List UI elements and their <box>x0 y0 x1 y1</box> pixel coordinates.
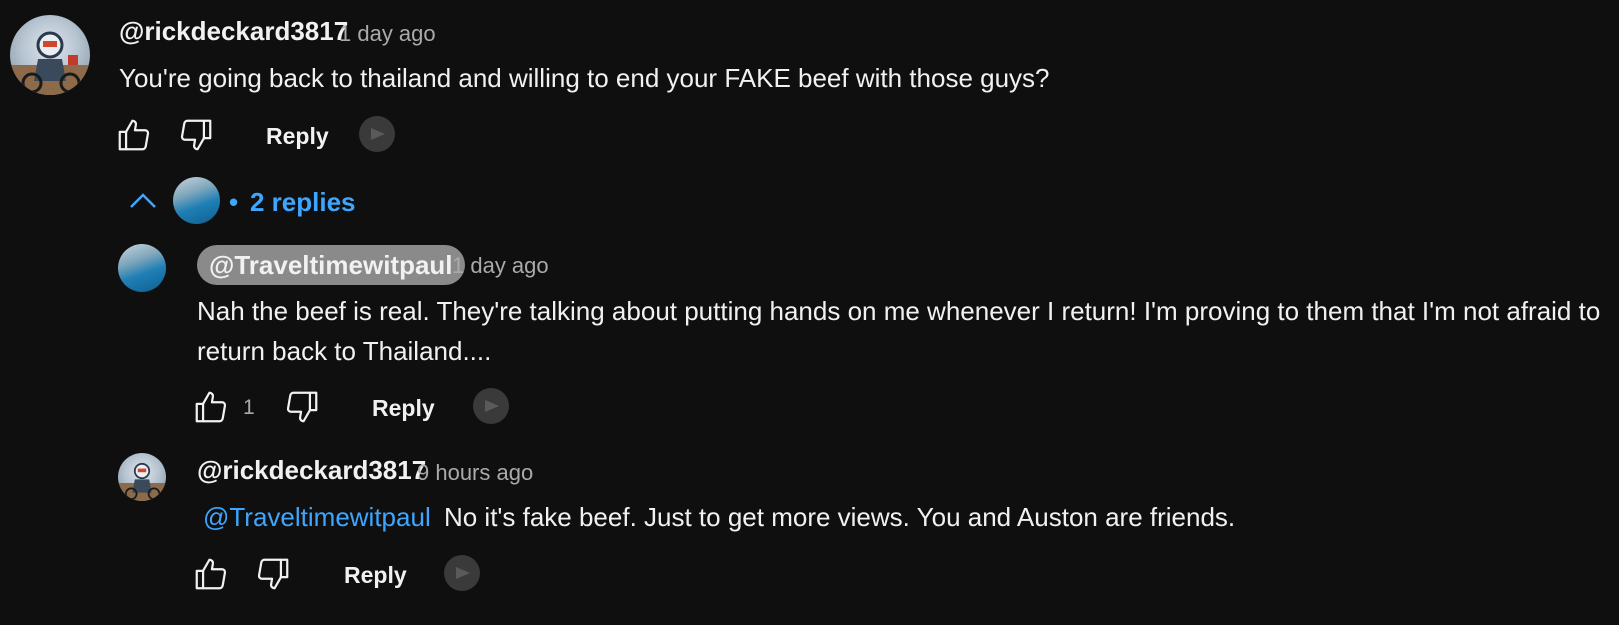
reply-text: No it's fake beef. Just to get more view… <box>443 502 1236 532</box>
comment-thread: @rickdeckard3817 1 day ago You're going … <box>0 0 1619 625</box>
avatar[interactable] <box>10 15 90 95</box>
replies-separator: • <box>229 187 239 217</box>
avatar[interactable] <box>118 453 166 501</box>
like-button[interactable] <box>192 555 230 593</box>
reply-author[interactable]: @rickdeckard3817 <box>197 455 426 486</box>
comment-text: You're going back to thailand and willin… <box>119 63 1050 93</box>
avatar[interactable] <box>118 244 166 292</box>
iq-badge-icon[interactable] <box>359 116 395 152</box>
replies-toggle[interactable]: • 2 replies <box>128 177 368 225</box>
reply-time[interactable]: 1 day ago <box>452 253 549 279</box>
reply-time[interactable]: 9 hours ago <box>417 460 533 486</box>
iq-badge-icon[interactable] <box>444 555 480 591</box>
dislike-button[interactable] <box>283 388 321 426</box>
like-button[interactable] <box>192 388 230 426</box>
reply-avatar-preview <box>173 177 220 224</box>
reply-text-line: @Traveltimewitpaul No it's fake beef. Ju… <box>197 497 1607 537</box>
comment-time[interactable]: 1 day ago <box>339 21 436 47</box>
thumbs-up-icon <box>195 391 227 423</box>
dislike-button[interactable] <box>177 116 215 154</box>
like-count: 1 <box>243 396 255 419</box>
thumbs-down-icon <box>180 119 212 151</box>
thumbs-down-icon <box>257 558 289 590</box>
reply-button[interactable]: Reply <box>344 562 407 589</box>
reply-button[interactable]: Reply <box>266 123 329 150</box>
thumbs-up-icon <box>118 119 150 151</box>
thumbs-down-icon <box>286 391 318 423</box>
reply-button[interactable]: Reply <box>372 395 435 422</box>
creator-author-badge[interactable]: @Traveltimewitpaul <box>197 245 465 285</box>
replies-count-label: 2 replies <box>250 187 356 217</box>
chevron-up-icon <box>130 193 156 208</box>
mention-link[interactable]: @Traveltimewitpaul <box>197 502 437 532</box>
dislike-button[interactable] <box>254 555 292 593</box>
thumbs-up-icon <box>195 558 227 590</box>
comment-author[interactable]: @rickdeckard3817 <box>119 16 348 47</box>
like-button[interactable] <box>115 116 153 154</box>
iq-badge-icon[interactable] <box>473 388 509 424</box>
reply-text: Nah the beef is real. They're talking ab… <box>197 296 1601 366</box>
